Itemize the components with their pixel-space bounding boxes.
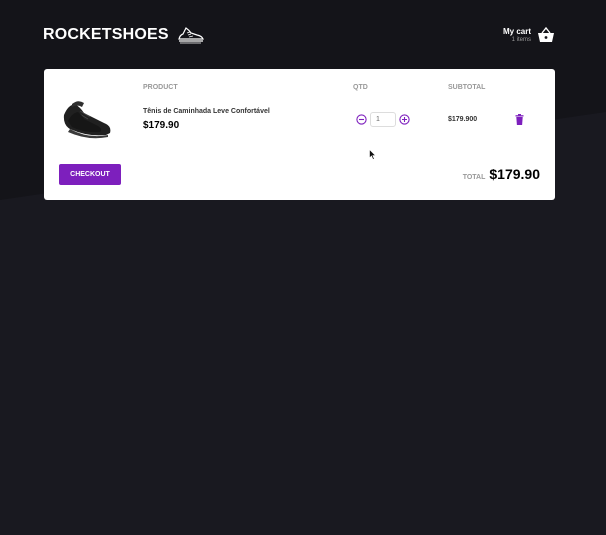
cart-summary: My cart 1 items: [503, 27, 531, 43]
checkout-button[interactable]: CHECKOUT: [59, 164, 121, 185]
mouse-cursor-icon: [369, 149, 376, 160]
column-header-subtotal: SUBTOTAL: [448, 84, 486, 91]
order-total: TOTAL $179.90: [463, 166, 540, 182]
item-subtotal: $179.900: [448, 116, 478, 123]
brand-name: ROCKETSHOES: [43, 26, 169, 43]
cart-count: 1 items: [511, 37, 531, 43]
cart-title: My cart: [502, 27, 531, 36]
shopping-basket-icon: [538, 27, 554, 42]
trash-icon[interactable]: [515, 114, 524, 125]
column-header-quantity: QTD: [353, 84, 368, 91]
product-price: $179.90: [143, 120, 180, 131]
cart-table: PRODUCT QTD SUBTOTAL Tênis de Caminhada …: [44, 69, 555, 200]
total-value: $179.90: [489, 166, 540, 182]
column-header-product: PRODUCT: [143, 84, 178, 91]
decrease-quantity-button[interactable]: [356, 114, 367, 125]
increase-quantity-button[interactable]: [399, 114, 410, 125]
quantity-input[interactable]: [370, 112, 396, 127]
product-image: [63, 101, 111, 139]
sneaker-logo-icon: [178, 27, 204, 44]
cart-link[interactable]: My cart 1 items: [503, 27, 555, 43]
site-header: ROCKETSHOES My cart 1 items: [43, 20, 555, 50]
total-label: TOTAL: [462, 174, 486, 181]
product-title: Tênis de Caminhada Leve Confortável: [143, 108, 270, 115]
brand-logo[interactable]: ROCKETSHOES: [43, 25, 205, 45]
